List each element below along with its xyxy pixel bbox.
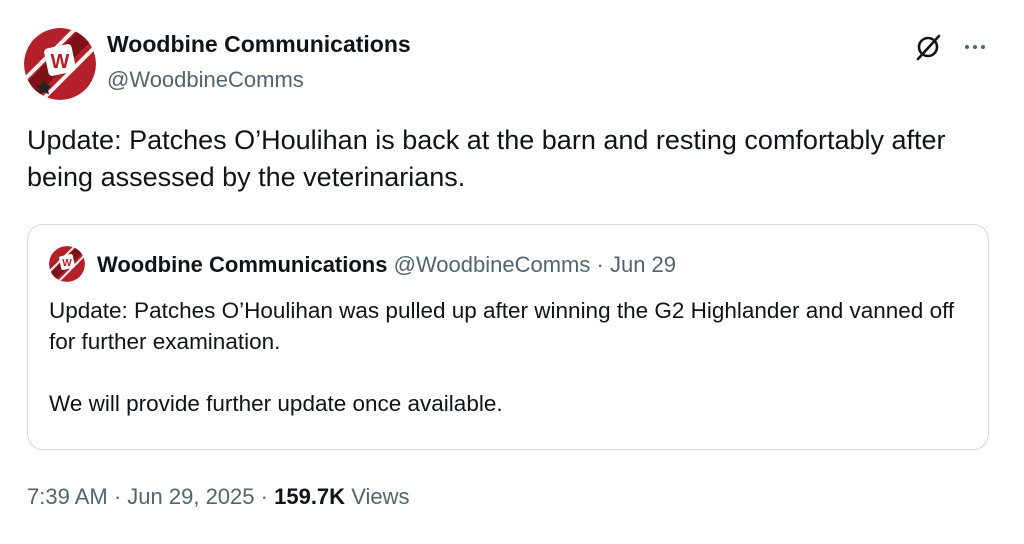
more-dot: [965, 45, 969, 49]
quoted-paragraph-1: Update: Patches O’Houlihan was pulled up…: [49, 298, 955, 354]
quoted-separator: ·: [596, 252, 604, 277]
tweet-meta: 7:39 AM · Jun 29, 2025 · 159.7K Views: [27, 484, 409, 510]
more-dot: [981, 45, 985, 49]
tweet-date[interactable]: Jun 29, 2025: [127, 484, 254, 509]
author-name[interactable]: Woodbine Communications: [107, 31, 411, 58]
tweet-time[interactable]: 7:39 AM: [27, 484, 108, 509]
more-icon[interactable]: [958, 30, 992, 64]
quoted-author-handle[interactable]: @WoodbineComms: [394, 252, 591, 277]
quoted-avatar-logo-letter: W: [62, 258, 72, 269]
grok-icon[interactable]: [912, 30, 946, 64]
tweet-text: Update: Patches O’Houlihan is back at th…: [27, 125, 946, 192]
avatar-logo-letter: W: [51, 51, 70, 73]
views-count: 159.7K: [274, 484, 346, 509]
more-dot: [973, 45, 977, 49]
quoted-tweet[interactable]: W Woodbine Communications @WoodbineComms…: [27, 224, 989, 450]
quoted-paragraph-2: We will provide further update once avai…: [49, 391, 503, 416]
quoted-author-avatar[interactable]: W: [49, 246, 85, 282]
quoted-date[interactable]: Jun 29: [610, 252, 676, 277]
quoted-author-name[interactable]: Woodbine Communications: [97, 252, 387, 277]
views-label: Views: [351, 484, 410, 509]
meta-separator: ·: [260, 484, 268, 509]
author-avatar[interactable]: W: [24, 28, 96, 100]
meta-separator: ·: [113, 484, 122, 509]
quoted-text: Update: Patches O’Houlihan was pulled up…: [49, 295, 969, 419]
author-handle[interactable]: @WoodbineComms: [107, 67, 304, 93]
quoted-header: Woodbine Communications @WoodbineComms ·…: [97, 252, 676, 278]
